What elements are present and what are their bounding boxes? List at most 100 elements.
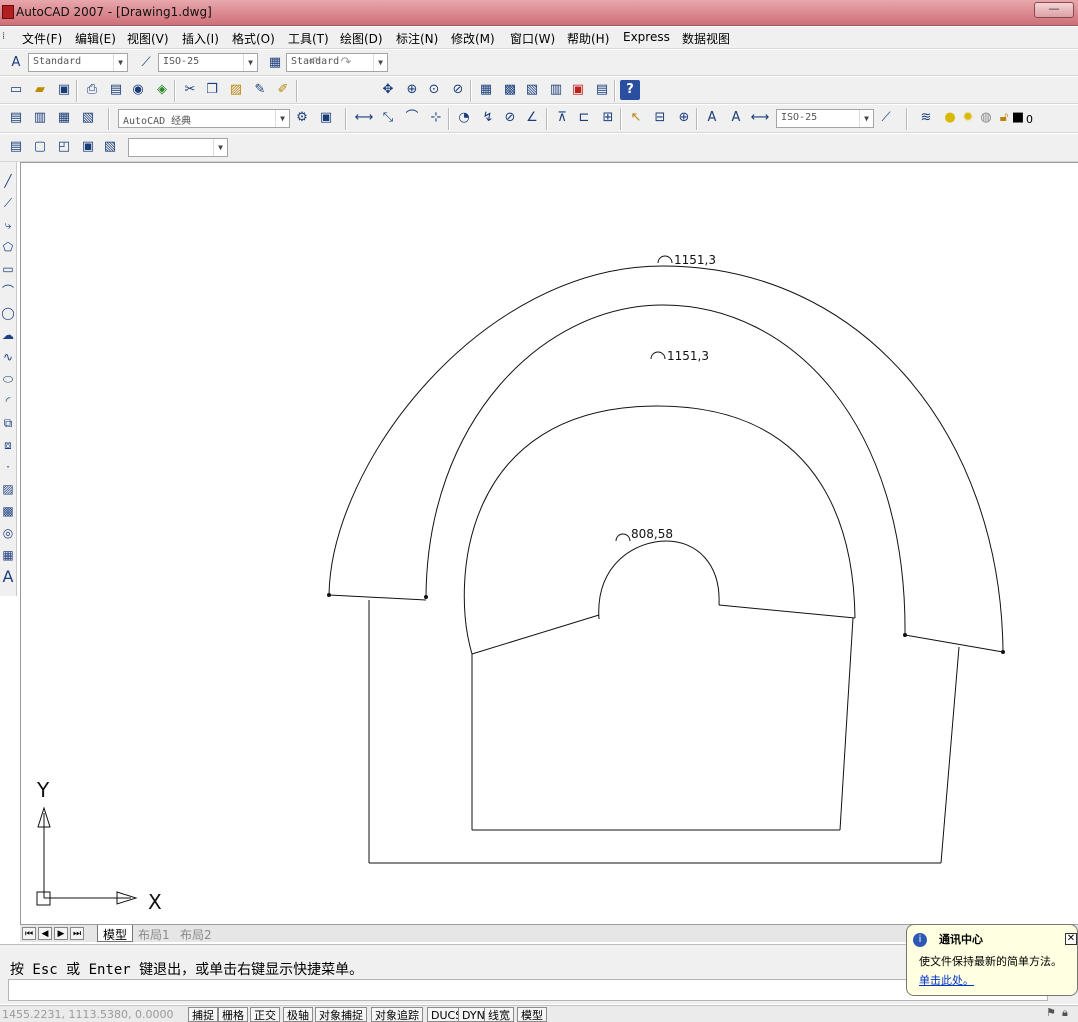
workspace-save-icon[interactable]: ▥ — [30, 108, 50, 128]
toolbar-lock-icon[interactable]: 🔒︎ — [1062, 1006, 1074, 1020]
new-layout-icon[interactable]: ▤ — [6, 137, 26, 157]
dim-style-select[interactable]: ISO-25 ▼ — [158, 53, 258, 72]
block-editor-icon[interactable]: ✐ — [273, 80, 293, 100]
tab-model[interactable]: 模型 — [97, 925, 134, 942]
3d-dwf-icon[interactable]: ◈ — [152, 80, 172, 100]
tab-first-icon[interactable]: ⏮ — [22, 927, 36, 940]
tab-prev-icon[interactable]: ◀ — [38, 927, 52, 940]
menu-data-view[interactable]: 数据视图 — [682, 30, 730, 47]
multiline-text-icon[interactable]: A — [1, 568, 15, 586]
radius-dimension-icon[interactable]: ◔ — [454, 108, 474, 128]
workspace-select[interactable]: AutoCAD 经典 ▼ — [118, 109, 290, 128]
zoom-realtime-icon[interactable]: ⊕ — [402, 80, 422, 100]
dimension-text-edit-icon[interactable]: A — [726, 108, 746, 128]
autocad-app-icon[interactable] — [2, 5, 14, 19]
tolerance-icon[interactable]: ⊟ — [650, 108, 670, 128]
point-icon[interactable]: · — [1, 458, 15, 476]
chevron-down-icon[interactable]: ▼ — [213, 139, 227, 156]
ordinate-dimension-icon[interactable]: ⊹ — [426, 108, 446, 128]
aligned-dimension-icon[interactable]: ⤡ — [378, 108, 398, 128]
open-file-icon[interactable]: ▰ — [30, 80, 50, 100]
quickcalc-icon[interactable]: ▤ — [592, 80, 612, 100]
toggle-osnap[interactable]: 对象捕捉 — [315, 1007, 367, 1022]
toggle-snap[interactable]: 捕捉 — [188, 1007, 218, 1022]
text-style-icon[interactable]: A — [6, 53, 26, 73]
ellipse-icon[interactable]: ⬭ — [1, 370, 15, 388]
spline-icon[interactable]: ∿ — [1, 348, 15, 366]
menu-help[interactable]: 帮助(H) — [567, 30, 609, 47]
dim-style-icon[interactable]: ⟋ — [136, 53, 156, 73]
toggle-ortho[interactable]: 正交 — [250, 1007, 280, 1022]
redo-icon[interactable]: ↷ — [336, 53, 356, 73]
arc-icon[interactable]: ⌒ — [1, 282, 15, 300]
clip-viewport-icon[interactable]: ▧ — [100, 137, 120, 157]
menu-draw[interactable]: 绘图(D) — [340, 30, 383, 47]
layer-color-icon[interactable]: ■ — [1008, 108, 1028, 128]
rectangle-icon[interactable]: ▭ — [1, 260, 15, 278]
toggle-polar[interactable]: 极轴 — [283, 1007, 313, 1022]
baseline-dimension-icon[interactable]: ⊏ — [574, 108, 594, 128]
pan-icon[interactable]: ✥ — [378, 80, 398, 100]
hatch-icon[interactable]: ▨ — [1, 480, 15, 498]
save-icon[interactable]: ▣ — [54, 80, 74, 100]
drawing-canvas[interactable]: 1151,3 1151,3 808,58 Y X — [20, 162, 1078, 924]
center-mark-icon[interactable]: ⊕ — [674, 108, 694, 128]
dim-style-control[interactable]: ISO-25 ▼ — [776, 109, 874, 128]
toggle-grid[interactable]: 栅格 — [218, 1007, 248, 1022]
sheet-set-icon[interactable]: ▥ — [546, 80, 566, 100]
viewport-scale-select[interactable]: ▼ — [128, 138, 228, 157]
angular-dimension-icon[interactable]: ∠ — [522, 108, 542, 128]
design-center-icon[interactable]: ▩ — [500, 80, 520, 100]
menu-format[interactable]: 格式(O) — [232, 30, 275, 47]
chevron-down-icon[interactable]: ▼ — [275, 110, 289, 127]
undo-icon[interactable]: ↶ — [304, 53, 324, 73]
help-icon[interactable]: ? — [620, 80, 640, 100]
plot-preview-icon[interactable]: ▤ — [106, 80, 126, 100]
text-style-select[interactable]: Standard ▼ — [28, 53, 128, 72]
construction-line-icon[interactable]: ⟋ — [1, 194, 15, 212]
toggle-model[interactable]: 模型 — [517, 1007, 547, 1022]
layer-freeze-icon[interactable]: ✹ — [958, 108, 978, 128]
menu-file[interactable]: 文件(F) — [22, 30, 62, 47]
ellipse-arc-icon[interactable]: ◜ — [1, 392, 15, 410]
markup-icon[interactable]: ▣ — [568, 80, 588, 100]
menu-tools[interactable]: 工具(T) — [288, 30, 329, 47]
table-style-icon[interactable]: ▦ — [265, 53, 285, 73]
toggle-lineweight[interactable]: 线宽 — [484, 1007, 514, 1022]
copy-icon[interactable]: ❐ — [202, 80, 222, 100]
zoom-window-icon[interactable]: ⊙ — [424, 80, 444, 100]
polygonal-viewport-icon[interactable]: ◰ — [54, 137, 74, 157]
close-icon[interactable]: ✕ — [1065, 933, 1077, 945]
layer-viewport-icon[interactable]: ◍ — [976, 108, 996, 128]
chevron-down-icon[interactable]: ▼ — [243, 54, 257, 71]
minimize-button[interactable]: — — [1034, 2, 1074, 18]
publish-icon[interactable]: ◉ — [128, 80, 148, 100]
layer-on-icon[interactable]: ● — [940, 108, 960, 128]
new-file-icon[interactable]: ▭ — [6, 80, 26, 100]
balloon-link[interactable]: 单击此处。 — [919, 972, 974, 988]
insert-block-icon[interactable]: ⧉ — [1, 414, 15, 432]
command-input[interactable] — [8, 979, 1048, 1001]
workspace-settings-icon[interactable]: ▤ — [6, 108, 26, 128]
menu-view[interactable]: 视图(V) — [127, 30, 169, 47]
current-layer-name[interactable]: 0 — [1026, 113, 1033, 126]
menu-window[interactable]: 窗口(W) — [510, 30, 555, 47]
workspace-panel-icon[interactable]: ▦ — [54, 108, 74, 128]
menu-grip-icon[interactable]: ⁞ — [2, 31, 12, 45]
menu-insert[interactable]: 插入(I) — [182, 30, 219, 47]
workspace-toolbar-icon[interactable]: ▧ — [78, 108, 98, 128]
workspace-settings-gear-icon[interactable]: ⚙ — [292, 108, 312, 128]
match-properties-icon[interactable]: ✎ — [250, 80, 270, 100]
cut-icon[interactable]: ✂ — [180, 80, 200, 100]
tab-next-icon[interactable]: ▶ — [54, 927, 68, 940]
table-icon[interactable]: ▦ — [1, 546, 15, 564]
menu-express[interactable]: Express — [623, 30, 670, 44]
menu-dimension[interactable]: 标注(N) — [396, 30, 438, 47]
region-icon[interactable]: ◎ — [1, 524, 15, 542]
convert-to-viewport-icon[interactable]: ▣ — [78, 137, 98, 157]
jogged-dimension-icon[interactable]: ↯ — [478, 108, 498, 128]
chevron-down-icon[interactable]: ▼ — [113, 54, 127, 71]
tab-last-icon[interactable]: ⏭ — [70, 927, 84, 940]
tab-layout2[interactable]: 布局2 — [175, 925, 217, 942]
zoom-previous-icon[interactable]: ⊘ — [448, 80, 468, 100]
